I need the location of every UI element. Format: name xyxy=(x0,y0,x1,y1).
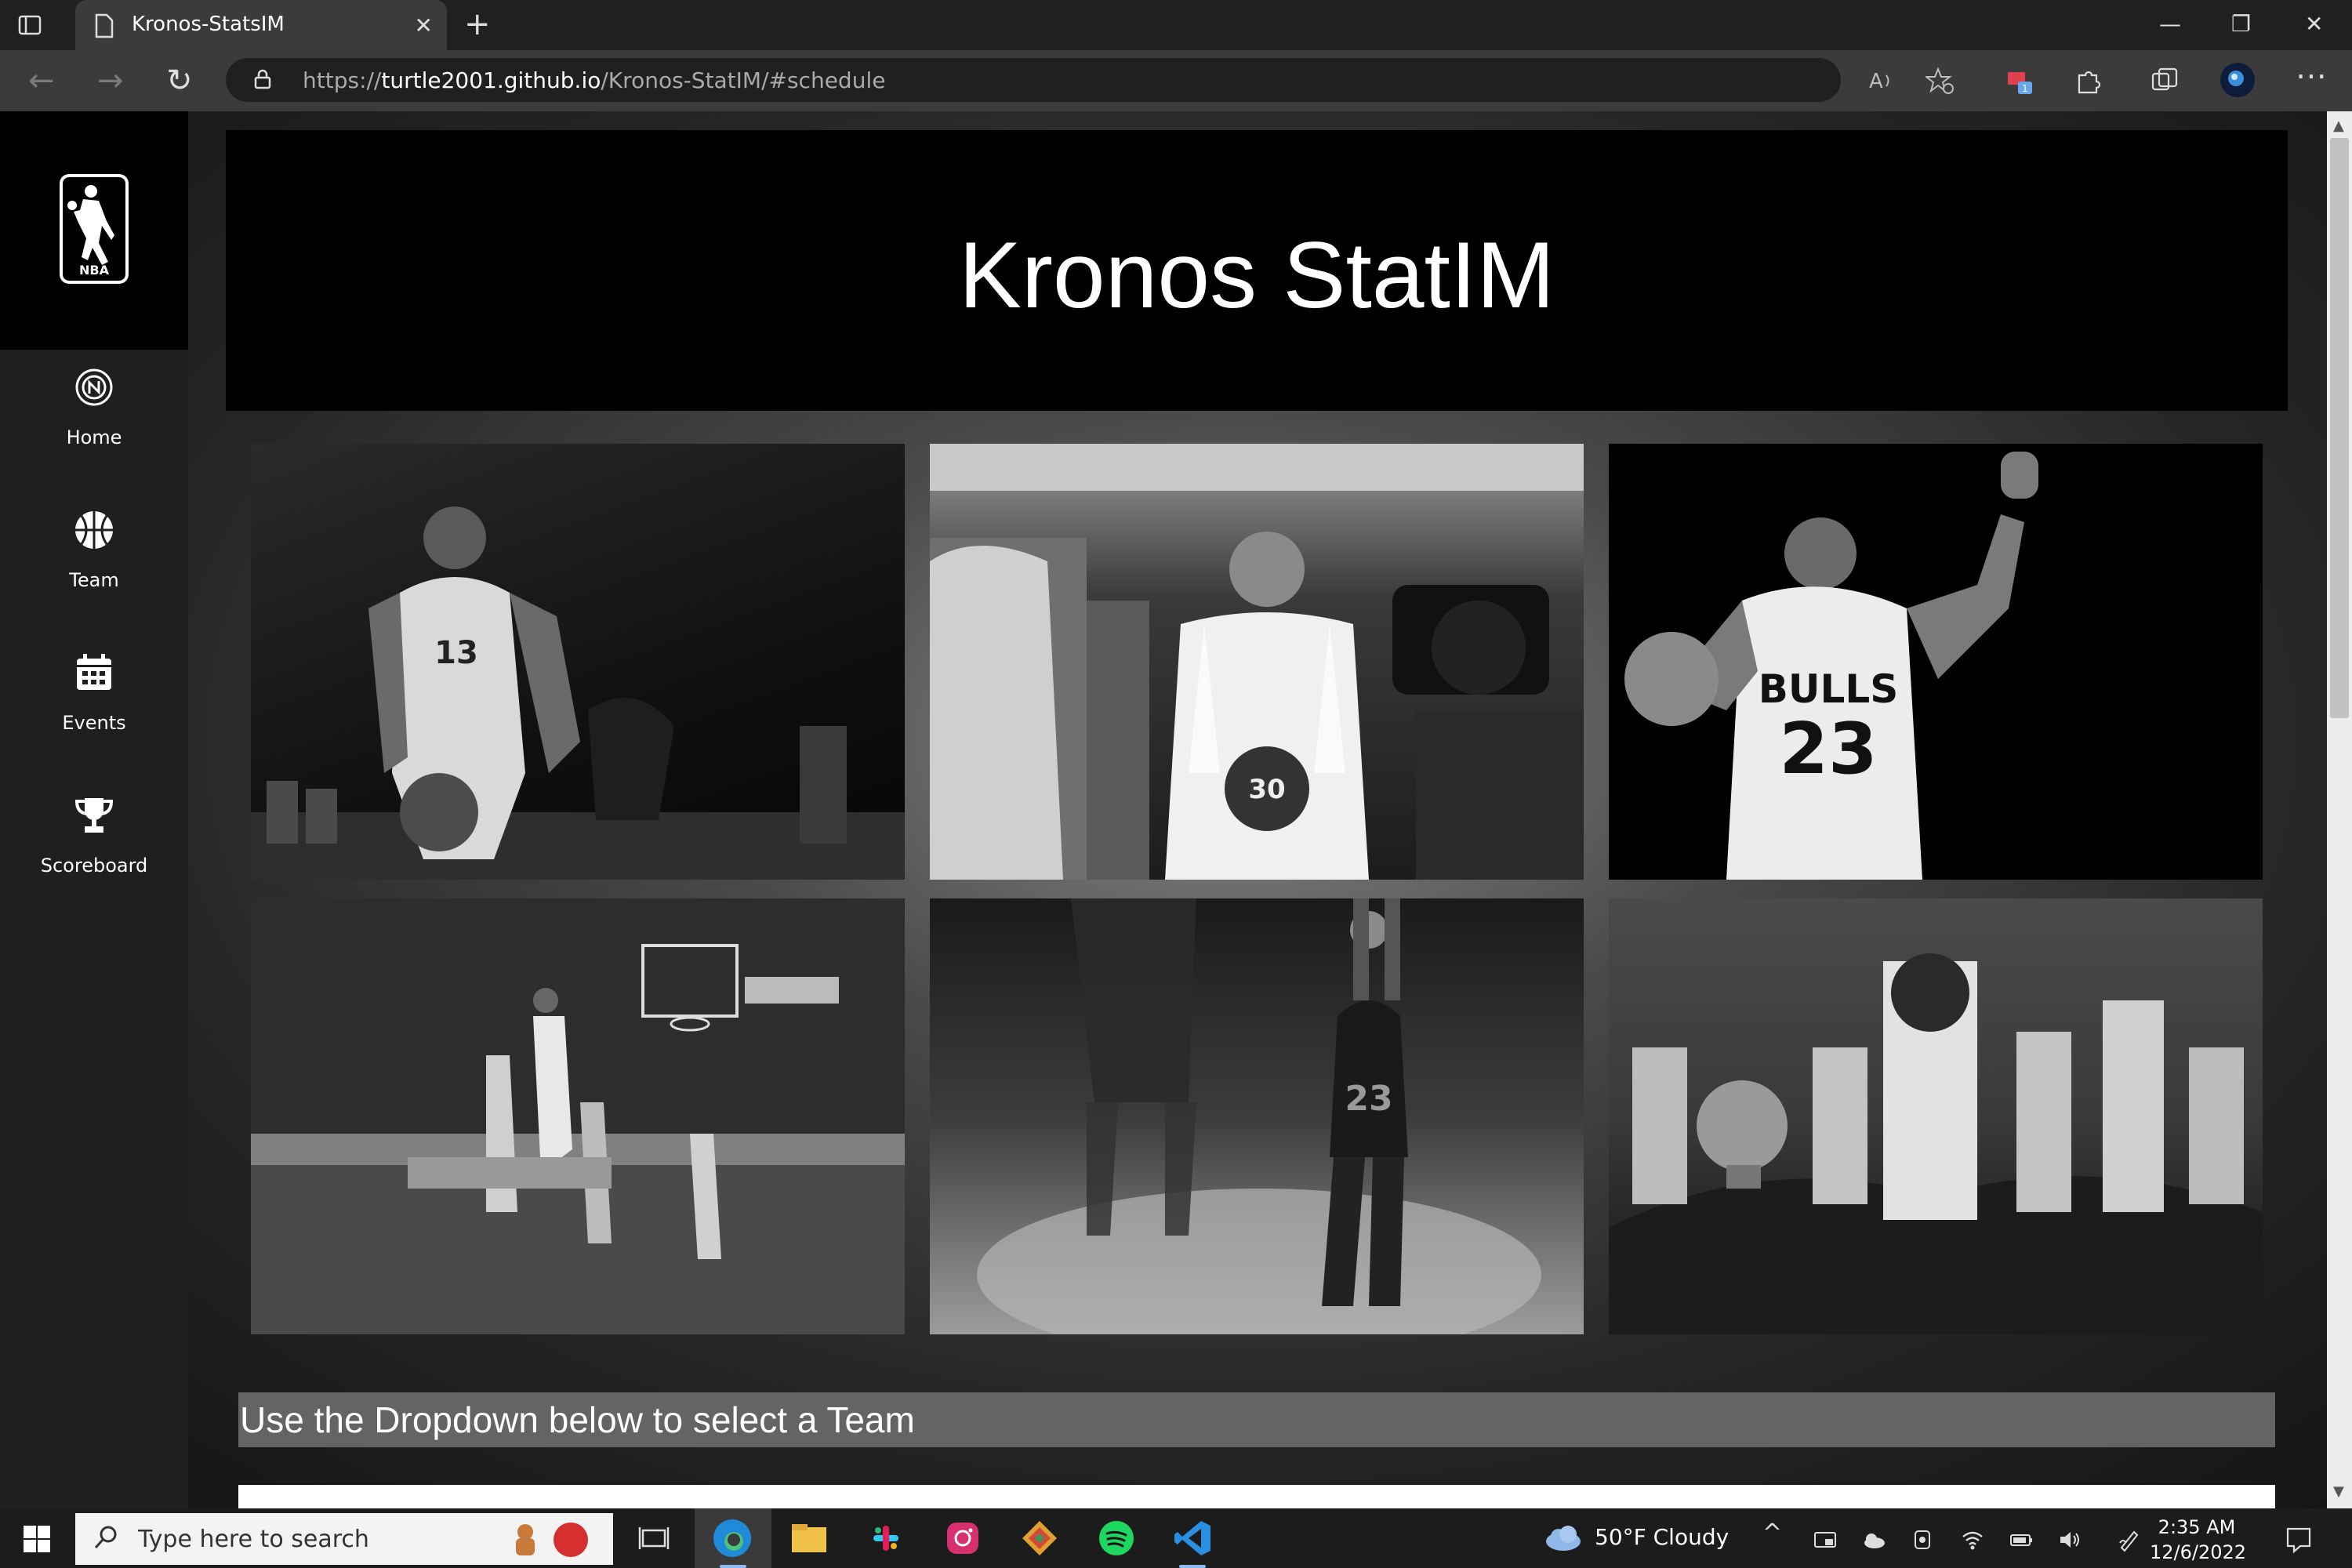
favorite-add-icon[interactable] xyxy=(1926,66,1955,96)
wifi-icon[interactable] xyxy=(1960,1527,1985,1552)
nba-logo[interactable]: NBA xyxy=(60,174,129,284)
read-aloud-icon[interactable]: A xyxy=(1866,66,1896,96)
address-bar[interactable]: https://turtle2001.github.io/Kronos-Stat… xyxy=(226,58,1841,102)
vscode-icon[interactable] xyxy=(1171,1516,1215,1560)
logo-area: NBA xyxy=(0,111,188,350)
svg-text:1: 1 xyxy=(2022,83,2028,94)
calendar-icon xyxy=(77,654,111,690)
active-app-indicator xyxy=(720,1565,746,1568)
svg-text:30: 30 xyxy=(1248,774,1285,805)
tab-title: Kronos-StatsIM xyxy=(132,13,285,36)
sidebar-label-events: Events xyxy=(62,712,126,734)
back-button[interactable]: ← xyxy=(28,63,55,99)
edge-browser-icon[interactable] xyxy=(710,1516,754,1560)
profile-avatar[interactable] xyxy=(2219,61,2256,99)
git-app-icon[interactable] xyxy=(1018,1516,1062,1560)
page-icon xyxy=(95,13,114,38)
clock-time: 2:35 AM xyxy=(2158,1516,2236,1538)
scroll-down-arrow-icon[interactable]: ▼ xyxy=(2333,1483,2344,1500)
minimize-button[interactable]: — xyxy=(2159,11,2181,37)
sidebar-label-home: Home xyxy=(66,426,122,448)
close-tab-icon[interactable]: ✕ xyxy=(415,13,433,38)
home-icon xyxy=(75,368,113,406)
taskbar-search-box[interactable]: Type here to search xyxy=(75,1513,613,1565)
forward-button[interactable]: → xyxy=(97,63,124,99)
svg-text:13: 13 xyxy=(434,635,478,671)
svg-text:23: 23 xyxy=(1345,1079,1392,1119)
page-header: Kronos StatIM xyxy=(226,130,2288,411)
more-menu-icon[interactable]: ⋯ xyxy=(2296,58,2327,94)
photo-player-brooklyn-13: 13 xyxy=(251,444,905,880)
tab-actions-icon[interactable] xyxy=(17,13,42,38)
extensions-icon[interactable] xyxy=(2073,66,2103,96)
photo-free-throw: 23 xyxy=(930,898,1584,1334)
search-highlight-icon[interactable] xyxy=(505,1519,591,1560)
meet-now-icon[interactable] xyxy=(1813,1527,1838,1552)
photo-dunk-game xyxy=(251,898,905,1334)
extension-badge-icon[interactable]: 1 xyxy=(2005,66,2035,96)
volume-icon[interactable] xyxy=(2057,1527,2082,1552)
weather-text[interactable]: 50°F Cloudy xyxy=(1595,1524,1729,1550)
show-hidden-icons-chevron-icon[interactable]: ^ xyxy=(1762,1519,1782,1547)
instagram-icon[interactable] xyxy=(941,1516,985,1560)
pen-workspace-icon[interactable] xyxy=(2117,1527,2142,1552)
browser-tab[interactable]: Kronos-StatsIM ✕ xyxy=(75,0,447,50)
address-toolbar: ← → ↻ https://turtle2001.github.io/Krono… xyxy=(0,50,2352,113)
search-icon xyxy=(94,1526,117,1549)
restore-button[interactable]: ❐ xyxy=(2231,11,2251,37)
notifications-icon[interactable] xyxy=(2285,1526,2313,1554)
svg-text:NBA: NBA xyxy=(79,263,110,278)
web-page: NBA Home Team Events Scoreboard Kronos S… xyxy=(0,111,2327,1508)
sidebar-item-home[interactable]: Home xyxy=(0,367,188,485)
sidebar-item-events[interactable]: Events xyxy=(0,652,188,770)
scroll-up-arrow-icon[interactable]: ▲ xyxy=(2333,118,2344,134)
file-explorer-icon[interactable] xyxy=(787,1516,831,1560)
close-window-button[interactable]: ✕ xyxy=(2305,11,2323,37)
windows-start-icon[interactable] xyxy=(24,1526,50,1552)
clock-date: 12/6/2022 xyxy=(2150,1541,2247,1563)
url-text[interactable]: https://turtle2001.github.io/Kronos-Stat… xyxy=(303,67,885,93)
windows-taskbar: Type here to search 50°F Cloudy ^ 2:35 A… xyxy=(0,1508,2352,1568)
sidebar-item-scoreboard[interactable]: Scoreboard xyxy=(0,795,188,913)
page-title: Kronos StatIM xyxy=(958,223,1555,328)
new-tab-button[interactable]: + xyxy=(464,6,491,42)
vscode-running-indicator xyxy=(1179,1565,1206,1568)
onedrive-cloud-icon[interactable] xyxy=(1861,1527,1886,1552)
basketball-icon xyxy=(75,511,113,549)
team-dropdown[interactable] xyxy=(238,1485,2275,1508)
battery-icon[interactable] xyxy=(2009,1527,2034,1552)
photo-trophies xyxy=(1609,898,2263,1334)
photo-player-warriors-30: 30 xyxy=(930,444,1584,880)
photo-player-bulls-23: BULLS 23 xyxy=(1609,444,2263,880)
spotify-icon[interactable] xyxy=(1094,1516,1138,1560)
scrollbar-thumb[interactable] xyxy=(2330,138,2349,718)
search-placeholder: Type here to search xyxy=(138,1526,369,1553)
dropdown-label-bar: Use the Dropdown below to select a Team xyxy=(238,1392,2275,1447)
trophy-icon xyxy=(74,798,114,833)
sidebar-label-team: Team xyxy=(69,569,119,591)
lock-icon[interactable] xyxy=(254,69,271,89)
sidebar-label-scoreboard: Scoreboard xyxy=(40,855,148,877)
sidebar: NBA Home Team Events Scoreboard xyxy=(0,111,188,1508)
dropdown-label: Use the Dropdown below to select a Team xyxy=(240,1399,915,1440)
security-tray-icon[interactable] xyxy=(1910,1527,1935,1552)
svg-text:BULLS: BULLS xyxy=(1759,666,1898,712)
svg-text:23: 23 xyxy=(1779,708,1877,790)
collections-icon[interactable] xyxy=(2150,66,2180,96)
cloudy-weather-icon[interactable] xyxy=(1541,1524,1584,1552)
taskbar-clock[interactable]: 2:35 AM 12/6/2022 xyxy=(2150,1515,2247,1565)
slack-icon[interactable] xyxy=(864,1516,908,1560)
refresh-button[interactable]: ↻ xyxy=(166,63,193,99)
sidebar-item-team[interactable]: Team xyxy=(0,510,188,627)
task-view-icon[interactable] xyxy=(632,1516,676,1560)
svg-text:A: A xyxy=(1869,70,1883,93)
browser-titlebar: Kronos-StatsIM ✕ + — ❐ ✕ xyxy=(0,0,2352,50)
